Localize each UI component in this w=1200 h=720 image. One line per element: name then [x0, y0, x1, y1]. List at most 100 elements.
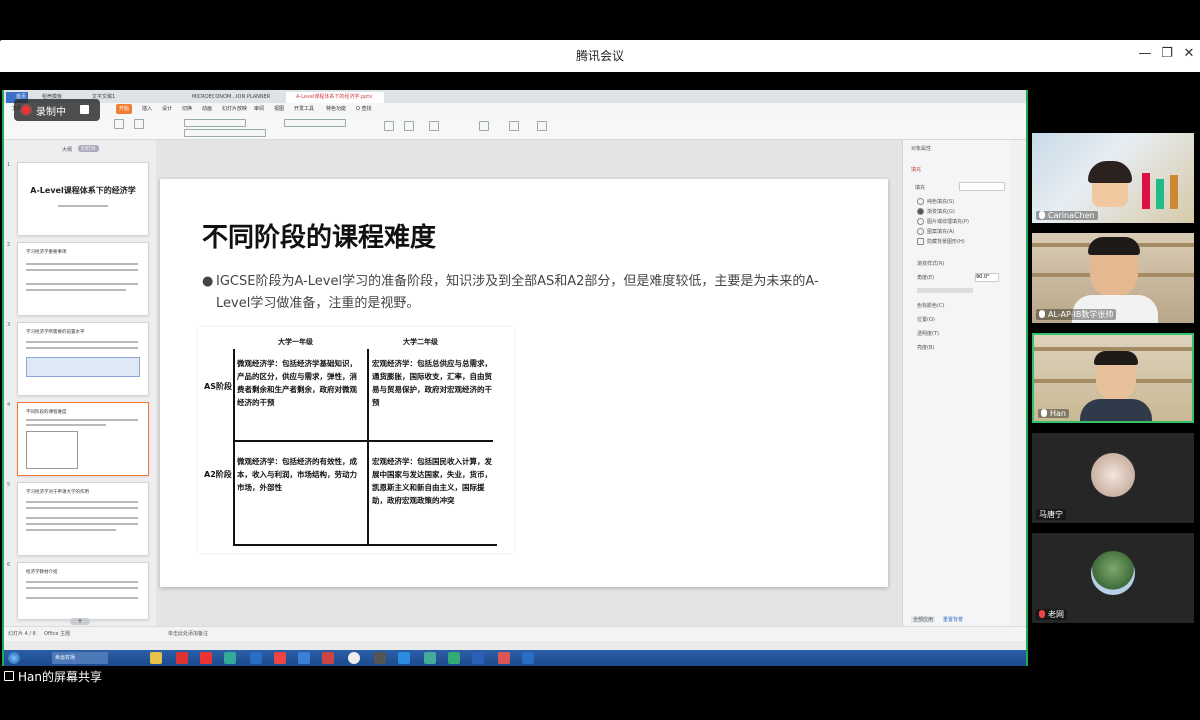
slide-thumb-1[interactable]: A-Level课程体系下的经济学	[17, 162, 149, 236]
option-solid[interactable]: 纯色填充(S)	[927, 198, 954, 205]
ribbon-newslide-icon[interactable]	[134, 119, 144, 129]
find-icon[interactable]	[509, 121, 519, 131]
pdf-icon[interactable]	[498, 652, 510, 664]
browser-tab-bar: 首页 稻壳模板 文字文稿1 MICROECONOM...ION PLANNER …	[4, 90, 1026, 103]
slide-thumb-5[interactable]: 学习经济学对于申请大学的作用	[17, 482, 149, 556]
notes-placeholder[interactable]: 单击此处添加备注	[168, 630, 208, 637]
app-icon[interactable]	[322, 652, 334, 664]
mic-icon	[1039, 310, 1045, 318]
app-icon[interactable]	[200, 652, 212, 664]
app-icon[interactable]	[298, 652, 310, 664]
angle-input[interactable]: 90.0°	[975, 273, 999, 282]
taskbar-item[interactable]: 幸运农场	[52, 652, 108, 664]
field-brightness: 亮度(B)	[917, 345, 935, 351]
panel-tab-fill[interactable]: 填充	[911, 166, 921, 173]
menu-transition[interactable]: 切换	[182, 104, 192, 114]
properties-panel: 对象属性 填充 填充 纯色填充(S) 渐变填充(G) 图片或纹理填充(P) 图案…	[902, 140, 1011, 626]
current-slide[interactable]: 不同阶段的课程难度 ● IGCSE阶段为A-Level学习的准备阶段，知识涉及到…	[160, 179, 888, 587]
menu-search[interactable]: Q 查找	[356, 104, 372, 114]
select-icon[interactable]	[537, 121, 547, 131]
textbox-icon[interactable]	[384, 121, 394, 131]
stop-record-button[interactable]	[80, 105, 89, 114]
participant-tile[interactable]: AL-AP-IB数学张帅	[1032, 233, 1194, 323]
minimize-icon[interactable]: —	[1136, 46, 1154, 61]
format-row[interactable]	[184, 129, 266, 137]
fill-color-select[interactable]	[959, 182, 1005, 191]
menu-review[interactable]: 审阅	[254, 104, 264, 114]
slide-thumbnail-panel: 大纲 幻灯片 1 A-Level课程体系下的经济学 2 学习经济学重要事项 3 …	[4, 140, 157, 626]
app-icon[interactable]	[176, 652, 188, 664]
app-icon[interactable]	[374, 652, 386, 664]
tab-slides[interactable]: 幻灯片	[78, 145, 100, 152]
menu-slideshow[interactable]: 幻灯片放映	[222, 104, 247, 114]
slide-thumb-2[interactable]: 学习经济学重要事项	[17, 242, 149, 316]
participant-name: CarinaChen	[1036, 211, 1098, 220]
app-icon[interactable]	[250, 652, 262, 664]
paragraph-row[interactable]	[284, 119, 346, 127]
maximize-icon[interactable]: ❐	[1158, 46, 1176, 61]
panel-title: 对象属性	[911, 146, 932, 152]
slide-thumb-4[interactable]: 不同阶段的课程难度	[17, 402, 149, 476]
app-icon[interactable]	[224, 652, 236, 664]
table-icon[interactable]	[479, 121, 489, 131]
gradient-bar[interactable]	[917, 288, 973, 293]
option-gradient[interactable]: 渐变填充(G)	[927, 208, 955, 215]
menu-animation[interactable]: 动画	[202, 104, 212, 114]
add-slide-button[interactable]: +	[70, 618, 90, 625]
slide-bullet: ● IGCSE阶段为A-Level学习的准备阶段，知识涉及到全部AS和A2部分，…	[202, 271, 852, 315]
app-icon[interactable]	[424, 652, 436, 664]
slide-thumb-3[interactable]: 学习经济学所需要的前置水平	[17, 322, 149, 396]
app-icon[interactable]	[398, 652, 410, 664]
menu-features[interactable]: 特色功能	[326, 104, 346, 114]
app-icon[interactable]	[522, 652, 534, 664]
participant-tile[interactable]: 马唐宁	[1032, 433, 1194, 523]
participant-name: AL-AP-IB数学张帅	[1036, 309, 1117, 320]
thumb-title: 学习经济学对于申请大学的作用	[26, 490, 89, 495]
record-label: 录制中	[36, 107, 66, 118]
cell-a2-micro: 微观经济学：包括经济的有效性，成本，收入与利润，市场结构，劳动力市场，外部性	[237, 457, 357, 492]
slide-number: 4	[7, 402, 11, 408]
slide-number: 1	[7, 162, 11, 168]
row-label-a2: A2阶段	[204, 470, 232, 479]
participant-tile[interactable]: 老网	[1032, 533, 1194, 623]
mic-muted-icon	[1039, 610, 1045, 618]
chrome-icon[interactable]	[348, 652, 360, 664]
ribbon-paste-icon[interactable]	[114, 119, 124, 129]
word-icon[interactable]	[472, 652, 484, 664]
option-hide-bg[interactable]: 隐藏背景图形(H)	[927, 238, 965, 245]
menu-developer[interactable]: 开发工具	[294, 104, 314, 114]
slide-number: 5	[7, 482, 11, 488]
tab-pptx[interactable]: A-Level课程体系下的经济学.pptx	[286, 92, 384, 103]
font-select[interactable]	[184, 119, 246, 127]
thumb-title: 学习经济学重要事项	[26, 250, 67, 255]
tab-micro-planner[interactable]: MICROECONOM...ION PLANNER	[182, 92, 282, 103]
participant-tile[interactable]: CarinaChen	[1032, 133, 1194, 223]
cell-a2-macro: 宏观经济学：包括国民收入计算，发展中国家与发达国家，失业，货币，凯恩斯主义和新自…	[372, 457, 492, 505]
slide-number: 6	[7, 562, 11, 568]
tab-outline[interactable]: 大纲	[62, 146, 72, 153]
menu-home[interactable]: 开始	[116, 104, 133, 114]
menu-view[interactable]: 视图	[274, 104, 284, 114]
folder-icon[interactable]	[150, 652, 162, 664]
thumb-title: 不同阶段的课程难度	[26, 410, 67, 415]
status-bar: 幻灯片 4 / 8 Office 主题 单击此处添加备注	[4, 626, 1026, 641]
start-icon[interactable]	[8, 652, 20, 664]
shape-icon[interactable]	[404, 121, 414, 131]
menu-design[interactable]: 设计	[162, 104, 172, 114]
mic-icon	[1039, 211, 1045, 219]
slide-thumb-6[interactable]: 经济学教材介绍	[17, 562, 149, 620]
app-icon[interactable]	[448, 652, 460, 664]
side-toolbar	[1010, 140, 1026, 626]
reset-background-button[interactable]: 重置背景	[943, 616, 963, 623]
app-icon[interactable]	[274, 652, 286, 664]
bullet-marker: ●	[202, 274, 214, 289]
menu-insert[interactable]: 插入	[142, 104, 152, 114]
close-icon[interactable]: ✕	[1180, 46, 1198, 61]
apply-all-button[interactable]: 全部应用	[911, 616, 936, 623]
recording-indicator: 录制中	[14, 99, 100, 121]
col-header-year1: 大学一年级	[278, 338, 313, 346]
arrange-icon[interactable]	[429, 121, 439, 131]
participant-tile-speaking[interactable]: Han	[1032, 333, 1194, 423]
option-pattern[interactable]: 图案填充(A)	[927, 228, 954, 235]
option-picture[interactable]: 图片或纹理填充(P)	[927, 218, 969, 225]
